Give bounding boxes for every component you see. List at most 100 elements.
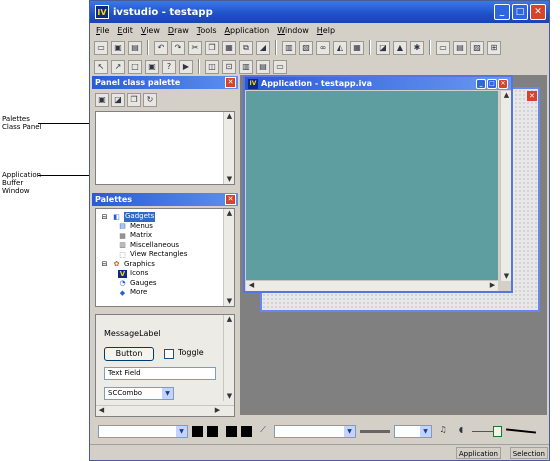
panel-edit-icon[interactable]: ◪ xyxy=(111,93,125,107)
tree-item-graphics[interactable]: ⊟ ✿ Graphics xyxy=(100,260,187,270)
duplicate-icon[interactable]: ⧉ xyxy=(239,40,253,55)
pointer-icon[interactable]: ↗ xyxy=(111,59,125,74)
background-color-swatch[interactable] xyxy=(207,425,218,437)
container-icon[interactable]: ▣ xyxy=(145,59,159,74)
app-minimize-button[interactable]: _ xyxy=(476,79,486,89)
line-color-swatch[interactable] xyxy=(241,425,252,437)
sc-combo[interactable]: SCCombo ▼ xyxy=(104,387,174,400)
menu-draw[interactable]: Draw xyxy=(168,26,189,35)
rectangle-icon[interactable]: □ xyxy=(128,59,142,74)
scroll-right-icon[interactable]: ▶ xyxy=(213,406,222,415)
panel-refresh-icon[interactable]: ↻ xyxy=(143,93,157,107)
palettes-close-icon[interactable]: ✕ xyxy=(225,194,236,205)
panel-class-list[interactable]: ▲ ▼ xyxy=(95,111,235,185)
scroll-up-icon[interactable]: ▲ xyxy=(225,209,234,218)
chevron-down-icon[interactable]: ▼ xyxy=(420,425,431,437)
eraser-icon[interactable]: ◢ xyxy=(256,40,270,55)
paste-icon[interactable]: ▦ xyxy=(222,40,236,55)
app-vscrollbar[interactable]: ▲ ▼ xyxy=(500,91,511,281)
tree-item-miscellaneous[interactable]: ▥ Miscellaneous xyxy=(100,241,187,251)
menu-file[interactable]: File xyxy=(96,26,109,35)
minimize-button[interactable]: _ xyxy=(494,4,510,20)
tree-item-more[interactable]: ◆ More xyxy=(100,288,187,298)
application-window[interactable]: IV Application - testapp.iva _ □ ✕ ▲ ▼ ◀… xyxy=(243,75,513,293)
chevron-down-icon[interactable]: ▼ xyxy=(176,425,187,437)
scroll-left-icon[interactable]: ◀ xyxy=(247,281,256,290)
scroll-down-icon[interactable]: ▼ xyxy=(225,175,234,184)
line-style-combo[interactable]: ▼ xyxy=(394,424,432,438)
line-width-icon[interactable] xyxy=(360,429,390,433)
print-icon[interactable]: ▤ xyxy=(128,40,142,55)
save-icon[interactable]: ▣ xyxy=(111,40,125,55)
resize-icon[interactable]: ⊡ xyxy=(222,59,236,74)
scroll-down-icon[interactable]: ▼ xyxy=(225,297,234,306)
app-hscrollbar[interactable]: ◀ ▶ xyxy=(246,280,498,291)
gear-icon[interactable]: ✱ xyxy=(410,40,424,55)
fill-color-swatch[interactable] xyxy=(226,425,237,437)
tree-icon[interactable]: ⊞ xyxy=(487,40,501,55)
close-button[interactable]: ✕ xyxy=(530,4,546,20)
table-icon[interactable]: ▤ xyxy=(453,40,467,55)
help-icon[interactable]: ? xyxy=(162,59,176,74)
application-window-titlebar[interactable]: IV Application - testapp.iva _ □ ✕ xyxy=(245,77,511,90)
app-maximize-button[interactable]: □ xyxy=(487,79,497,89)
columns-icon[interactable]: ▥ xyxy=(239,59,253,74)
scroll-right-icon[interactable]: ▶ xyxy=(488,281,497,290)
redo-icon[interactable]: ↷ xyxy=(171,40,185,55)
menu-tools[interactable]: Tools xyxy=(197,26,217,35)
buffer-close-icon[interactable]: ✕ xyxy=(527,91,537,101)
arrow-start-icon[interactable]: ♫ xyxy=(436,424,450,438)
select-arrow-icon[interactable]: ↖ xyxy=(94,59,108,74)
warning-icon[interactable]: ▲ xyxy=(393,40,407,55)
menu-window[interactable]: Window xyxy=(277,26,309,35)
pattern-icon[interactable]: ⟋ xyxy=(256,424,270,438)
new-file-icon[interactable]: ▭ xyxy=(94,40,108,55)
tree-item-matrix[interactable]: ▦ Matrix xyxy=(100,231,187,241)
scroll-up-icon[interactable]: ▲ xyxy=(225,315,234,324)
collapse-icon[interactable]: ⊟ xyxy=(100,213,109,221)
menu-view[interactable]: View xyxy=(141,26,160,35)
chevron-down-icon[interactable]: ▼ xyxy=(162,388,173,399)
panel-new-icon[interactable]: ▣ xyxy=(95,93,109,107)
preview-vscrollbar[interactable]: ▲ ▼ xyxy=(223,315,234,401)
menu-application[interactable]: Application xyxy=(225,26,270,35)
cut-icon[interactable]: ✂ xyxy=(188,40,202,55)
scroll-down-icon[interactable]: ▼ xyxy=(502,272,511,281)
menu-edit[interactable]: Edit xyxy=(117,26,133,35)
toggle-checkbox[interactable] xyxy=(164,349,174,359)
copy-icon[interactable]: ❐ xyxy=(205,40,219,55)
tree-item-gadgets[interactable]: ⊟ ◧ Gadgets xyxy=(100,212,187,222)
text-field[interactable]: Text Field xyxy=(104,367,216,380)
app-close-button[interactable]: ✕ xyxy=(498,79,508,89)
font-combo[interactable]: ▼ xyxy=(98,424,188,438)
preview-hscrollbar[interactable]: ◀ ▶ xyxy=(96,405,234,416)
undo-icon[interactable]: ↶ xyxy=(154,40,168,55)
tree-item-gauges[interactable]: ◔ Gauges xyxy=(100,279,187,289)
window-icon[interactable]: ▭ xyxy=(436,40,450,55)
menu-help[interactable]: Help xyxy=(317,26,335,35)
preview-button[interactable]: Button xyxy=(104,347,154,361)
slider-track[interactable] xyxy=(472,425,502,437)
application-canvas[interactable] xyxy=(246,91,498,281)
foreground-color-swatch[interactable] xyxy=(192,425,203,437)
link-icon[interactable]: ∞ xyxy=(316,40,330,55)
scroll-down-icon[interactable]: ▼ xyxy=(225,392,234,401)
slider-thumb[interactable] xyxy=(493,425,502,437)
align-icon[interactable]: ▧ xyxy=(299,40,313,55)
test-icon[interactable]: ▶ xyxy=(179,59,193,74)
rows-icon[interactable]: ▤ xyxy=(256,59,270,74)
palettes-scrollbar[interactable]: ▲ ▼ xyxy=(223,209,234,306)
layout-icon[interactable]: ◫ xyxy=(205,59,219,74)
edit-properties-icon[interactable]: ◪ xyxy=(376,40,390,55)
chevron-down-icon[interactable]: ▼ xyxy=(344,425,355,437)
scroll-left-icon[interactable]: ◀ xyxy=(97,406,106,415)
collapse-icon[interactable]: ⊟ xyxy=(100,260,109,268)
tree-item-menus[interactable]: ▤ Menus xyxy=(100,222,187,232)
panel-class-palette-close-icon[interactable]: ✕ xyxy=(225,77,236,88)
chart-icon[interactable]: ▨ xyxy=(470,40,484,55)
scroll-up-icon[interactable]: ▲ xyxy=(225,112,234,121)
arrow-end-icon[interactable]: ◖ xyxy=(454,424,468,438)
palettes-tree[interactable]: ⊟ ◧ Gadgets ▤ Menus ▦ Matrix ▥ Miscellan… xyxy=(95,208,235,307)
grid-icon[interactable]: ▦ xyxy=(350,40,364,55)
panel-class-scrollbar[interactable]: ▲ ▼ xyxy=(223,112,234,184)
